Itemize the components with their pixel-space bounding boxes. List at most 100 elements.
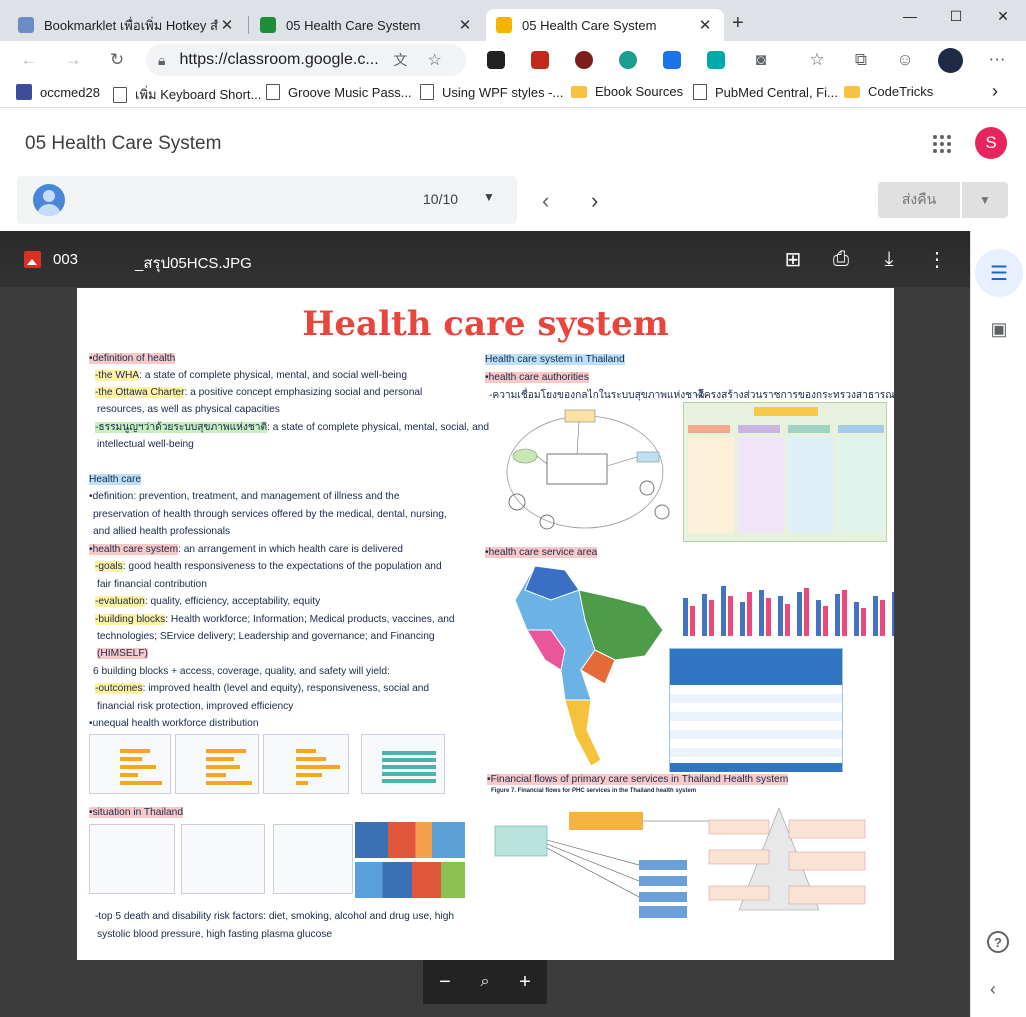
return-options-button[interactable]: ▼ [962,182,1008,218]
feedback-icon[interactable]: ☺ [894,49,916,71]
more-menu-icon[interactable]: ⋯ [986,49,1008,71]
close-tab-icon[interactable]: ✕ [218,16,236,34]
tab-label: Bookmarklet เพื่อเพิ่ม Hotkey สำหรั [44,17,218,33]
bookmark-label: PubMed Central, Fi... [715,84,838,100]
poster-text: -outcomes: improved health (level and eq… [95,683,430,694]
poster-text: fair financial contribution [97,579,207,590]
bookmark-item[interactable]: เพิ่ม Keyboard Short... [113,84,261,105]
extension-icon[interactable] [663,51,681,69]
classroom-header: 05 Health Care System S 10/10 ▼ ‹ › ส่งค… [0,109,1026,231]
zoom-reset-icon[interactable]: ⌕ [473,970,497,994]
bookmark-label: Groove Music Pass... [288,84,412,100]
extension-icon[interactable] [531,51,549,69]
browser-tab-2[interactable]: 05 Health Care System ✕ [250,9,484,41]
bookmark-item[interactable]: Using WPF styles -... [420,84,563,100]
browser-tab-3-active[interactable]: 05 Health Care System ✕ [486,9,724,41]
chevron-down-icon[interactable]: ▼ [483,190,495,204]
moph-organization-chart [683,402,887,542]
poster-image: Health care system •definition of health… [77,288,894,960]
browser-toolbar: ← → ↻ 🔒︎ https://classroom.google.c... 文… [0,41,1026,79]
poster-text: -the WHA: a state of complete physical, … [95,370,408,381]
image-file-icon [24,251,41,268]
page-icon [693,84,707,100]
poster-text: -goals: good health responsiveness to th… [95,561,442,572]
poster-text: 6 building blocks + access, coverage, qu… [93,666,390,677]
minimize-button[interactable]: — [887,0,933,32]
help-icon[interactable]: ? [987,931,1009,953]
poster-text: •unequal health workforce distribution [89,718,259,729]
bookmarks-bar: occmed28 เพิ่ม Keyboard Short... Groove … [0,79,1026,108]
print-icon[interactable]: ⎙ [829,247,853,271]
poster-text: -the Ottawa Charter: a positive concept … [95,387,423,398]
student-avatar-icon [33,184,65,216]
bookmark-item[interactable]: occmed28 [16,84,100,100]
folder-icon [844,85,860,98]
close-tab-icon[interactable]: ✕ [456,16,474,34]
bookmark-label: Ebook Sources [595,84,684,99]
poster-text: •health care system: an arrangement in w… [89,544,403,555]
more-bookmarks-icon[interactable]: › [992,81,998,102]
classroom-favicon-icon [260,17,276,33]
zoom-out-button[interactable]: − [433,970,457,994]
thailand-health-area-map [514,565,664,767]
extension-icon[interactable] [487,51,505,69]
bookmark-item[interactable]: Groove Music Pass... [266,84,412,100]
poster-text: and allied health professionals [93,526,231,537]
chevron-left-icon[interactable]: ‹ [990,979,996,1000]
tab-label: 05 Health Care System [286,17,421,33]
file-number: 003 [53,251,79,268]
bookmark-folder[interactable]: Ebook Sources [571,84,683,99]
rubric-list-icon[interactable]: ☰ [975,249,1023,297]
bookmark-star-icon[interactable]: ☆ [427,50,441,70]
camera-icon[interactable]: ◙ [750,49,772,71]
poster-text: -evaluation: quality, efficiency, accept… [95,596,321,607]
poster-text: -top 5 death and disability risk factors… [95,911,455,922]
poster-text: Health care [89,474,142,485]
page-title: 05 Health Care System [25,133,222,154]
translate-icon[interactable]: 文 [393,50,407,70]
back-icon[interactable]: ← [18,49,40,71]
ublock-icon[interactable] [575,51,593,69]
poster-text: intellectual well-being [97,439,194,450]
browser-tab-1[interactable]: Bookmarklet เพื่อเพิ่ม Hotkey สำหรั ✕ [8,9,246,41]
poster-text: (HIMSELF) [97,648,148,659]
google-apps-icon[interactable] [933,135,951,153]
extension-icon[interactable] [707,51,725,69]
maximize-button[interactable]: ☐ [933,0,979,32]
student-selector[interactable]: 10/10 ▼ [17,176,517,224]
app-icon [16,84,32,100]
reload-icon[interactable]: ↻ [106,49,128,71]
next-student-icon[interactable]: › [591,188,598,214]
favorites-icon[interactable]: ☆ [806,49,828,71]
figure-caption: Figure 7. Financial flows for PHC servic… [491,788,697,794]
comment-panel-icon[interactable]: ▣ [985,315,1013,343]
file-viewer: 003 _สรุป05HCS.JPG ⊞ ⎙ ⤓ ⋮ Health care s… [0,231,970,1017]
new-tab-button[interactable]: + [732,12,744,35]
profile-avatar[interactable] [938,48,963,73]
url-text: https://classroom.google.c... [179,51,379,68]
extension-icon[interactable] [619,51,637,69]
forward-icon[interactable]: → [62,49,84,71]
more-options-icon[interactable]: ⋮ [925,247,949,271]
zoom-in-button[interactable]: + [513,970,537,994]
address-bar[interactable]: 🔒︎ https://classroom.google.c... 文 ☆ [146,44,466,76]
account-avatar[interactable]: S [975,127,1007,159]
poster-text: resources, as well as physical capacitie… [97,404,280,415]
population-ratio-bar-chart [665,556,894,646]
risk-factor-ranking-thumbnail [89,824,175,894]
folder-icon [571,85,587,98]
bookmark-label: เพิ่ม Keyboard Short... [135,87,262,102]
poster-text: -ธรรมนูญฯว่าด้วยระบบสุขภาพแห่งชาติ: a st… [95,422,490,433]
close-window-button[interactable]: ✕ [980,0,1026,32]
bookmark-folder[interactable]: CodeTricks [844,84,933,99]
return-button[interactable]: ส่งคืน [878,182,960,218]
download-icon[interactable]: ⤓ [877,247,901,271]
collections-icon[interactable]: ⧉ [850,49,872,71]
bookmark-item[interactable]: PubMed Central, Fi... [693,84,838,100]
poster-text: •situation in Thailand [89,807,183,818]
close-tab-icon[interactable]: ✕ [696,16,714,34]
add-comment-icon[interactable]: ⊞ [781,247,805,271]
previous-student-icon[interactable]: ‹ [542,188,549,214]
risk-factor-ranking-thumbnail [273,824,353,894]
student-counter: 10/10 [423,191,459,207]
